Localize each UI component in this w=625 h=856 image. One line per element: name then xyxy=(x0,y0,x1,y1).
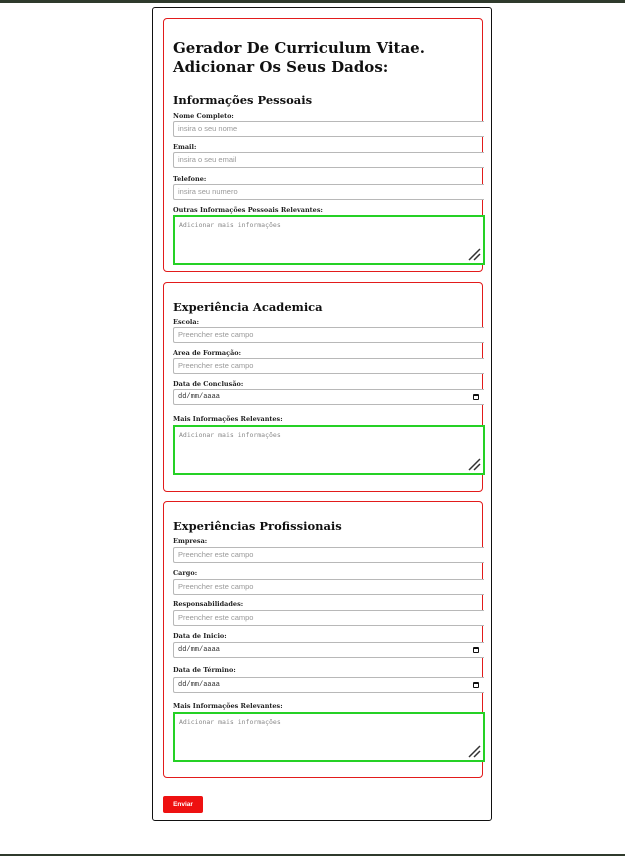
top-bar xyxy=(0,0,625,3)
personal-info-section: Gerador De Curriculum Vitae. Adicionar O… xyxy=(163,18,485,272)
academic-heading: Experiência Academica xyxy=(173,300,323,314)
resize-grip-icon[interactable] xyxy=(467,457,481,471)
other-info-placeholder: Adicionar mais informações xyxy=(179,221,281,229)
academic-more-label: Mais Informações Relevantes: xyxy=(173,415,283,423)
academic-section: Experiência Academica Escola: Preencher … xyxy=(163,282,485,492)
calendar-icon[interactable] xyxy=(473,394,479,400)
professional-section: Experiências Profissionais Empresa: Pree… xyxy=(163,501,485,778)
other-info-textarea[interactable]: Adicionar mais informações xyxy=(173,215,485,265)
school-label: Escola: xyxy=(173,318,199,326)
calendar-icon[interactable] xyxy=(473,647,479,653)
start-date-label: Data de Inicio: xyxy=(173,632,227,640)
role-input[interactable]: Preencher este campo xyxy=(173,579,484,595)
company-input[interactable]: Preencher este campo xyxy=(173,547,484,563)
professional-heading: Experiências Profissionais xyxy=(173,519,342,533)
school-input[interactable]: Preencher este campo xyxy=(173,327,484,343)
calendar-icon[interactable] xyxy=(473,682,479,688)
title-line-2: Adicionar Os Seus Dados: xyxy=(173,58,389,76)
email-label: Email: xyxy=(173,143,197,151)
professional-more-placeholder: Adicionar mais informações xyxy=(179,718,281,726)
name-label: Nome Completo: xyxy=(173,112,234,120)
area-label: Area de Formação: xyxy=(173,349,242,357)
end-date-placeholder: dd/mm/aaaa xyxy=(178,681,221,689)
academic-more-textarea[interactable]: Adicionar mais informações xyxy=(173,425,485,475)
responsibilities-input[interactable]: Preencher este campo xyxy=(173,610,484,626)
start-date-placeholder: dd/mm/aaaa xyxy=(178,646,221,654)
resize-grip-icon[interactable] xyxy=(467,247,481,261)
completion-date-input[interactable]: dd/mm/aaaa xyxy=(173,389,484,405)
name-input[interactable]: insira o seu nome xyxy=(173,121,484,137)
phone-label: Telefone: xyxy=(173,175,207,183)
completion-date-label: Data de Conclusão: xyxy=(173,380,244,388)
title-line-1: Gerador De Curriculum Vitae. xyxy=(173,39,425,57)
email-input[interactable]: insira o seu email xyxy=(173,152,484,168)
form-container: Gerador De Curriculum Vitae. Adicionar O… xyxy=(152,7,492,821)
end-date-label: Data de Término: xyxy=(173,666,236,674)
responsibilities-label: Responsabilidades: xyxy=(173,600,244,608)
start-date-input[interactable]: dd/mm/aaaa xyxy=(173,642,484,658)
professional-more-textarea[interactable]: Adicionar mais informações xyxy=(173,712,485,762)
personal-info-heading: Informações Pessoais xyxy=(173,93,313,107)
phone-input[interactable]: insira seu numero xyxy=(173,184,484,200)
completion-date-placeholder: dd/mm/aaaa xyxy=(178,393,221,401)
other-info-label: Outras Informações Pessoais Relevantes: xyxy=(173,206,323,214)
academic-more-placeholder: Adicionar mais informações xyxy=(179,431,281,439)
company-label: Empresa: xyxy=(173,537,208,545)
resize-grip-icon[interactable] xyxy=(467,744,481,758)
role-label: Cargo: xyxy=(173,569,198,577)
professional-more-label: Mais Informações Relevantes: xyxy=(173,702,283,710)
area-input[interactable]: Preencher este campo xyxy=(173,358,484,374)
submit-button[interactable]: Enviar xyxy=(163,796,203,813)
end-date-input[interactable]: dd/mm/aaaa xyxy=(173,677,484,693)
page-title: Gerador De Curriculum Vitae. Adicionar O… xyxy=(173,39,425,77)
